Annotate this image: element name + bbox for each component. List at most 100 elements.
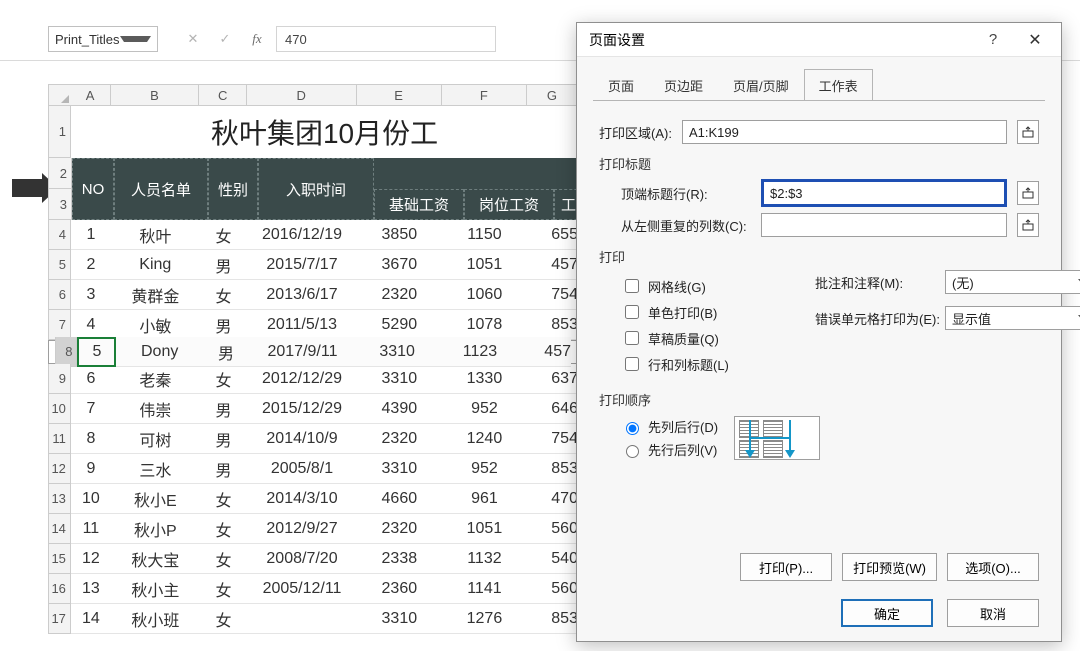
cell-date[interactable]: 2012/9/27: [247, 514, 357, 544]
cell-date[interactable]: 2015/7/17: [247, 250, 357, 280]
cell-seniority[interactable]: 646: [527, 394, 578, 424]
cell-sex[interactable]: 女: [200, 544, 247, 574]
col-header-E[interactable]: E: [357, 84, 442, 106]
cell-date[interactable]: 2016/12/19: [247, 220, 357, 250]
cell-base[interactable]: 3310: [357, 454, 442, 484]
cell-no[interactable]: 4: [71, 310, 111, 340]
cell-name[interactable]: 伟崇: [111, 394, 200, 424]
cell-date[interactable]: [247, 604, 357, 634]
col-header-B[interactable]: B: [111, 84, 200, 106]
cell-no[interactable]: 1: [71, 220, 111, 250]
cell-seniority[interactable]: 853: [527, 310, 578, 340]
row-header[interactable]: 11: [48, 424, 71, 454]
th-base[interactable]: 基础工资: [374, 189, 464, 220]
cell-base[interactable]: 3310: [356, 337, 439, 367]
draft-checkbox[interactable]: 草稿质量(Q): [621, 328, 791, 348]
cell-base[interactable]: 5290: [357, 310, 442, 340]
cell-name[interactable]: 可树: [111, 424, 200, 454]
tab-sheet[interactable]: 工作表: [804, 69, 873, 101]
cell-no[interactable]: 8: [71, 424, 111, 454]
cell-date[interactable]: 2008/7/20: [247, 544, 357, 574]
errors-select[interactable]: 显示值: [945, 306, 1080, 330]
cell-post[interactable]: 952: [442, 454, 527, 484]
range-picker-icon[interactable]: [1017, 181, 1039, 205]
row-header[interactable]: 10: [48, 394, 71, 424]
table-row[interactable]: 1512秋大宝女2008/7/2023381132540: [48, 544, 578, 574]
cell-seniority[interactable]: 560: [527, 514, 578, 544]
tab-page[interactable]: 页面: [593, 69, 649, 101]
formula-input[interactable]: 470: [276, 26, 496, 52]
cell-no[interactable]: 13: [71, 574, 111, 604]
order-down-radio[interactable]: 先列后行(D): [621, 417, 718, 436]
cell-sex[interactable]: 男: [203, 337, 249, 367]
cell-name[interactable]: 秋大宝: [111, 544, 200, 574]
cell-no[interactable]: 10: [71, 484, 111, 514]
table-row[interactable]: 96老秦女2012/12/2933101330637: [48, 364, 578, 394]
cell-seniority[interactable]: 457: [527, 250, 578, 280]
table-row[interactable]: 107伟崇男2015/12/294390952646: [48, 394, 578, 424]
print-button[interactable]: 打印(P)...: [740, 553, 832, 581]
cell-post[interactable]: 1150: [442, 220, 527, 250]
cell-post[interactable]: 1051: [442, 514, 527, 544]
row-header[interactable]: 6: [48, 280, 71, 310]
ok-button[interactable]: 确定: [841, 599, 933, 627]
cell-seniority[interactable]: 853: [527, 604, 578, 634]
cell-base[interactable]: 2320: [357, 424, 442, 454]
cell-name[interactable]: 小敏: [111, 310, 200, 340]
row-header[interactable]: 9: [48, 364, 71, 394]
cell-no[interactable]: 11: [71, 514, 111, 544]
cell-name[interactable]: Dony: [116, 337, 202, 367]
row-header[interactable]: 15: [48, 544, 71, 574]
cell-base[interactable]: 3670: [357, 250, 442, 280]
mono-checkbox[interactable]: 单色打印(B): [621, 302, 791, 322]
top-row-input[interactable]: $2:$3: [761, 179, 1007, 207]
left-col-input[interactable]: [761, 213, 1007, 237]
th-date[interactable]: 入职时间: [258, 158, 374, 220]
cell-name[interactable]: 秋小P: [111, 514, 200, 544]
cell-sex[interactable]: 男: [200, 250, 247, 280]
th-post[interactable]: 岗位工资: [464, 189, 554, 220]
cell-base[interactable]: 2320: [357, 514, 442, 544]
cell-seniority[interactable]: 560: [527, 574, 578, 604]
table-row[interactable]: 41秋叶女2016/12/1938501150655: [48, 220, 578, 250]
cell-date[interactable]: 2012/12/29: [247, 364, 357, 394]
cell-name[interactable]: 老秦: [111, 364, 200, 394]
cell-name[interactable]: 秋叶: [111, 220, 200, 250]
cell-base[interactable]: 4660: [357, 484, 442, 514]
row-header-2[interactable]: 2: [48, 158, 72, 189]
cell-name[interactable]: 黄群金: [111, 280, 200, 310]
row-header[interactable]: 17: [48, 604, 71, 634]
cell-sex[interactable]: 女: [200, 604, 247, 634]
cell-base[interactable]: 3310: [357, 364, 442, 394]
table-row[interactable]: 63黄群金女2013/6/1723201060754: [48, 280, 578, 310]
th-sex[interactable]: 性别: [208, 158, 258, 220]
row-header[interactable]: 4: [48, 220, 71, 250]
cell-base[interactable]: 3850: [357, 220, 442, 250]
cell-sex[interactable]: 女: [200, 280, 247, 310]
table-row[interactable]: 129三水男2005/8/13310952853: [48, 454, 578, 484]
cell-seniority[interactable]: 754: [527, 280, 578, 310]
cell-base[interactable]: 3310: [357, 604, 442, 634]
cell-seniority[interactable]: 540: [527, 544, 578, 574]
cell-date[interactable]: 2013/6/17: [247, 280, 357, 310]
cell-post[interactable]: 1330: [442, 364, 527, 394]
cell-name[interactable]: 秋小E: [111, 484, 200, 514]
cell-post[interactable]: 1141: [442, 574, 527, 604]
table-row[interactable]: 74小敏男2011/5/1352901078853: [48, 310, 578, 340]
fx-icon[interactable]: fx: [244, 26, 270, 52]
cell-sex[interactable]: 男: [200, 310, 247, 340]
cell-no[interactable]: 9: [71, 454, 111, 484]
name-box[interactable]: Print_Titles: [48, 26, 158, 52]
dialog-titlebar[interactable]: 页面设置 ? ✕: [577, 23, 1061, 57]
th-no[interactable]: NO: [72, 158, 114, 220]
cell-date[interactable]: 2005/8/1: [247, 454, 357, 484]
cell-seniority[interactable]: 457: [521, 337, 571, 367]
cell-base[interactable]: 2338: [357, 544, 442, 574]
cell-post[interactable]: 952: [442, 394, 527, 424]
cell-seniority[interactable]: 470: [527, 484, 578, 514]
row-header-1[interactable]: 1: [48, 106, 71, 158]
cell-base[interactable]: 2360: [357, 574, 442, 604]
table-row[interactable]: 1411秋小P女2012/9/2723201051560: [48, 514, 578, 544]
chevron-down-icon[interactable]: [120, 36, 151, 42]
cell-name[interactable]: 秋小主: [111, 574, 200, 604]
